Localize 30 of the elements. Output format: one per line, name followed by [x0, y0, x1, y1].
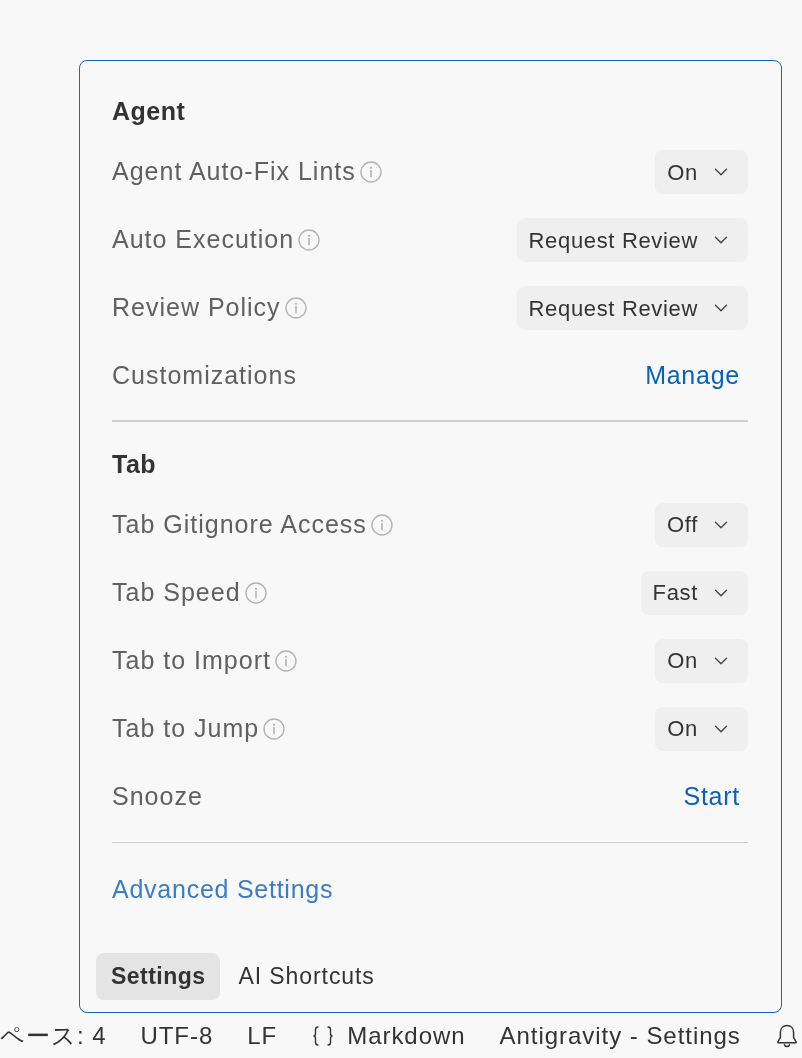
dropdown-button[interactable]: Fast: [640, 570, 748, 615]
dropdown-button[interactable]: On: [655, 150, 748, 194]
setting-label: Auto Execution: [112, 224, 295, 256]
status-item[interactable]: ペース: 4: [0, 1017, 107, 1054]
dropdown-button[interactable]: Request Review: [516, 218, 748, 262]
dropdown-button[interactable]: Request Review: [516, 286, 748, 330]
dropdown-button[interactable]: Off: [655, 502, 748, 547]
setting-label: Snooze: [112, 780, 203, 812]
section-heading: Tab: [112, 448, 157, 480]
dropdown-button[interactable]: On: [655, 706, 748, 751]
action-link[interactable]: Start: [683, 777, 748, 816]
bell-icon[interactable]: [774, 1022, 799, 1049]
tab[interactable]: AI Shortcuts: [226, 953, 387, 1000]
section-heading: Agent: [112, 96, 186, 128]
dropdown-button[interactable]: On: [655, 638, 748, 683]
setting-label: Agent Auto-Fix Lints: [112, 156, 356, 188]
setting-label: Review Policy: [112, 292, 281, 324]
setting-label: Tab to Import: [112, 644, 271, 676]
status-item[interactable]: LF: [247, 1017, 278, 1054]
setting-label: Customizations: [112, 360, 297, 392]
setting-label: Tab to Jump: [112, 712, 260, 744]
setting-label: Tab Speed: [112, 576, 241, 608]
status-item[interactable]: Antigravity - Settings: [499, 1017, 741, 1054]
setting-label: Tab Gitignore Access: [112, 508, 367, 540]
status-item[interactable]: UTF-8: [140, 1017, 214, 1054]
braces-icon: [311, 1023, 336, 1048]
advanced-settings-link[interactable]: Advanced Settings: [112, 871, 334, 909]
tab[interactable]: Settings: [96, 953, 221, 1000]
status-item[interactable]: Markdown: [347, 1017, 466, 1054]
action-link[interactable]: Manage: [645, 357, 748, 395]
